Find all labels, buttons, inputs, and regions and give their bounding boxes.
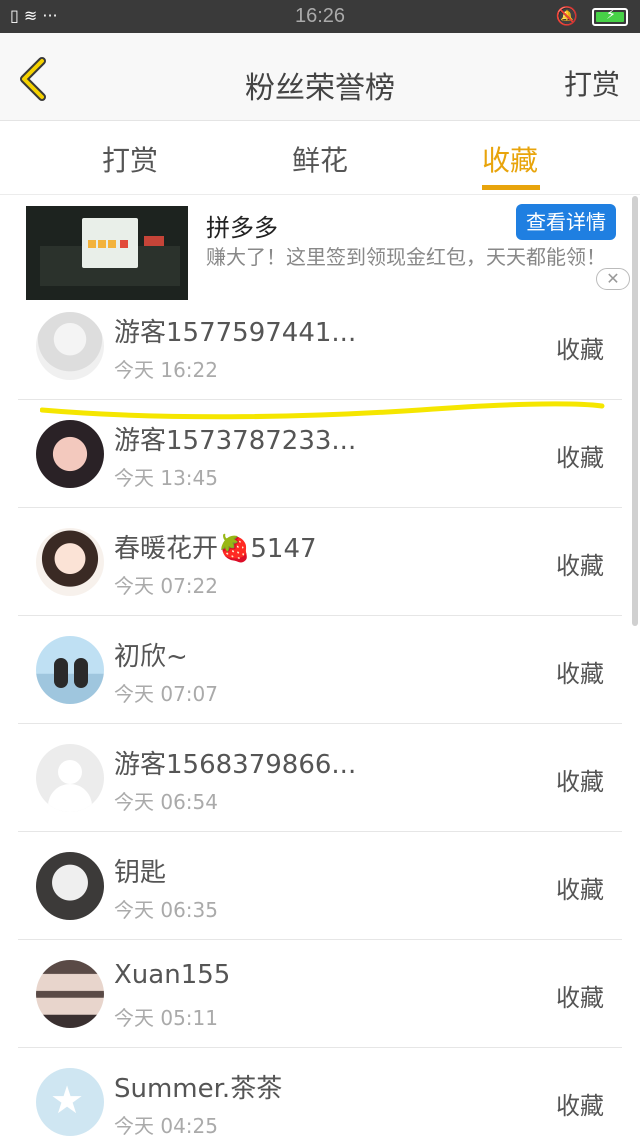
- action-label: 收藏: [556, 660, 604, 688]
- avatar: [36, 312, 104, 380]
- avatar: [36, 420, 104, 488]
- tab-bar: 打赏 鲜花 收藏: [0, 121, 640, 195]
- user-name: 钥匙: [114, 858, 167, 888]
- scrollbar[interactable]: [632, 196, 638, 626]
- list-item[interactable]: 游客1573787233... 今天 13:45 收藏: [0, 400, 640, 508]
- ad-banner[interactable]: 拼多多 赚大了！这里签到领现金红包，天天都能领！ 查看详情 ✕: [0, 196, 640, 300]
- list-item[interactable]: 春暖花开🍓5147 今天 07:22 收藏: [0, 508, 640, 616]
- timestamp: 今天 06:35: [114, 898, 218, 922]
- action-label: 收藏: [556, 984, 604, 1012]
- action-label: 收藏: [556, 1092, 604, 1120]
- status-icons-right: 🔕 ⚡: [556, 6, 628, 27]
- action-label: 收藏: [556, 768, 604, 796]
- avatar: [36, 960, 104, 1028]
- user-name: Summer.茶茶: [114, 1074, 283, 1104]
- list-item[interactable]: 游客1568379866... 今天 06:54 收藏: [0, 724, 640, 832]
- timestamp: 今天 05:11: [114, 1006, 218, 1030]
- fan-list: 游客1577597441... 今天 16:22 收藏 游客1573787233…: [0, 292, 640, 1138]
- active-tab-indicator: [482, 185, 540, 190]
- list-item[interactable]: Xuan155 今天 05:11 收藏: [0, 940, 640, 1048]
- list-item[interactable]: 初欣~ 今天 07:07 收藏: [0, 616, 640, 724]
- status-bar: ▯ ≋ ··· 16:26 🔕 ⚡: [0, 0, 640, 33]
- timestamp: 今天 06:54: [114, 790, 218, 814]
- action-label: 收藏: [556, 552, 604, 580]
- user-name: 游客1573787233...: [114, 426, 357, 456]
- tab-reward[interactable]: 打赏: [102, 139, 158, 179]
- ad-description: 赚大了！这里签到领现金红包，天天都能领！: [206, 245, 606, 269]
- ad-close-icon[interactable]: ✕: [596, 268, 630, 290]
- action-label: 收藏: [556, 444, 604, 472]
- user-name: 春暖花开🍓5147: [114, 534, 317, 564]
- timestamp: 今天 07:22: [114, 574, 218, 598]
- action-label: 收藏: [556, 876, 604, 904]
- user-name: 初欣~: [114, 642, 188, 672]
- reward-button[interactable]: 打赏: [564, 63, 620, 103]
- status-time: 16:26: [294, 5, 346, 27]
- page-title: 粉丝荣誉榜: [245, 71, 395, 106]
- action-label: 收藏: [556, 336, 604, 364]
- default-avatar-icon: [36, 744, 104, 812]
- avatar: [36, 528, 104, 596]
- timestamp: 今天 13:45: [114, 466, 218, 490]
- timestamp: 今天 07:07: [114, 682, 218, 706]
- timestamp: 今天 16:22: [114, 358, 218, 382]
- avatar: [36, 636, 104, 704]
- ad-title: 拼多多: [206, 214, 278, 242]
- battery-icon: ⚡: [592, 7, 628, 26]
- list-item[interactable]: 钥匙 今天 06:35 收藏: [0, 832, 640, 940]
- avatar: [36, 852, 104, 920]
- user-name: Xuan155: [114, 960, 231, 990]
- navigation-header: 粉丝荣誉榜 打赏: [0, 33, 640, 121]
- list-item[interactable]: 游客1577597441... 今天 16:22 收藏: [0, 292, 640, 400]
- ad-thumbnail-image: [26, 206, 188, 300]
- mute-bell-icon: 🔕: [555, 6, 578, 27]
- list-item[interactable]: ★ Summer.茶茶 今天 04:25 收藏: [0, 1048, 640, 1138]
- timestamp: 今天 04:25: [114, 1114, 218, 1138]
- user-name: 游客1577597441...: [114, 318, 357, 348]
- ad-details-button[interactable]: 查看详情: [516, 204, 616, 240]
- tab-favorites[interactable]: 收藏: [482, 139, 538, 179]
- tab-flowers[interactable]: 鲜花: [292, 139, 348, 179]
- user-name: 游客1568379866...: [114, 750, 357, 780]
- star-avatar-icon: ★: [36, 1068, 104, 1136]
